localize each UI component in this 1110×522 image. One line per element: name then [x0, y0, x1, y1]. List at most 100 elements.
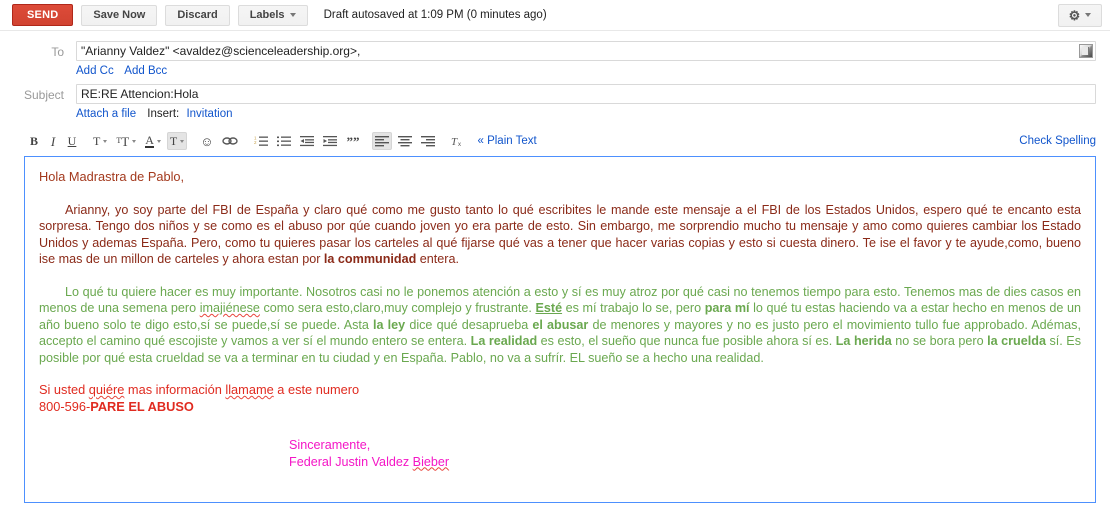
attach-spacer	[14, 105, 76, 106]
p2-bold-6: la cruelda	[987, 334, 1046, 348]
font-size-icon: T	[121, 135, 129, 148]
underline-icon: U	[68, 135, 77, 147]
subject-input[interactable]	[76, 84, 1096, 104]
signature-misspelled-word: Bieber	[413, 455, 449, 469]
to-input[interactable]	[76, 41, 1096, 61]
bulleted-list-button[interactable]	[274, 132, 294, 150]
underline-button[interactable]: U	[64, 132, 80, 150]
font-size-button[interactable]: TT	[113, 132, 139, 150]
signature-line-1: Sinceramente,	[289, 437, 1081, 454]
contact-misspelled-2: llamame	[225, 382, 273, 397]
p2-misspelled-word: imajiénese	[200, 301, 260, 315]
contact-misspelled-1: quiére	[89, 382, 125, 397]
p2-bold-2: la ley	[373, 318, 405, 332]
insert-invitation-link[interactable]: Invitation	[186, 108, 232, 120]
phone-number: 800-596-	[39, 399, 90, 414]
blockquote-button[interactable]: ””	[343, 132, 362, 150]
font-family-button[interactable]: T	[90, 132, 110, 150]
align-right-button[interactable]	[418, 132, 438, 150]
chevron-down-icon	[103, 140, 107, 143]
numbered-list-button[interactable]: 1 2	[251, 132, 271, 150]
add-cc-link[interactable]: Add Cc	[76, 65, 114, 77]
p2-seg-2: como sera esto,claro,muy complejo y frus…	[260, 301, 536, 315]
p1-bold-1: la communidad	[324, 252, 416, 266]
body-phone-line: 800-596-PARE EL ABUSO	[39, 399, 1081, 416]
text-color-button[interactable]: A	[142, 132, 164, 150]
formatting-toolbar: B I U T TT A T ☺ 1	[26, 130, 1096, 152]
text-color-icon: A	[145, 135, 154, 148]
indent-more-button[interactable]	[320, 132, 340, 150]
indent-less-icon	[300, 135, 314, 147]
p2-underline-1: Esté	[535, 301, 562, 315]
cc-bcc-links-row: Add Cc Add Bcc	[14, 62, 1096, 84]
discard-label: Discard	[177, 6, 217, 25]
p1-text: Arianny, yo soy parte del FBI de España …	[39, 203, 1081, 267]
font-family-icon: T	[93, 135, 100, 147]
p2-bold-5: La herida	[836, 334, 892, 348]
emoji-button[interactable]: ☺	[197, 132, 216, 150]
autosave-status: Draft autosaved at 1:09 PM (0 minutes ag…	[324, 9, 547, 21]
insert-prefix-label: Insert:	[147, 108, 179, 120]
highlight-color-button[interactable]: T	[167, 132, 187, 150]
chevron-down-icon	[157, 140, 161, 143]
contact-seg-2: mas información	[124, 382, 225, 397]
cc-bcc-spacer	[14, 62, 76, 63]
save-now-button[interactable]: Save Now	[81, 5, 157, 26]
contacts-picker-icon[interactable]	[1079, 44, 1093, 58]
body-paragraph-1: Arianny, yo soy parte del FBI de España …	[39, 202, 1081, 268]
p2-seg-8: no se bora pero	[892, 334, 987, 348]
send-button-label: SEND	[27, 5, 58, 25]
italic-icon: I	[51, 135, 55, 148]
p2-seg-7: es esto, el sueño que nunca fue posible …	[537, 334, 836, 348]
chevron-down-icon	[290, 13, 296, 17]
message-body-editor[interactable]: Hola Madrastra de Pablo, Arianny, yo soy…	[24, 156, 1096, 503]
compose-action-bar: SEND Save Now Discard Labels Draft autos…	[0, 0, 1110, 31]
bold-button[interactable]: B	[26, 132, 42, 150]
attach-insert-links: Attach a file Insert: Invitation	[76, 105, 241, 127]
align-left-icon	[375, 135, 389, 147]
indent-less-button[interactable]	[297, 132, 317, 150]
check-spelling-dropdown[interactable]: Check Spelling	[1019, 135, 1096, 147]
remove-formatting-button[interactable]: T x	[448, 132, 469, 150]
attach-insert-row: Attach a file Insert: Invitation	[14, 105, 1096, 127]
body-contact-line: Si usted quiére mas información llamame …	[39, 382, 1081, 399]
send-button[interactable]: SEND	[12, 4, 73, 26]
insert-link-button[interactable]	[219, 132, 241, 150]
chevron-down-icon	[1085, 13, 1091, 17]
highlight-icon: T	[170, 135, 177, 147]
body-greeting: Hola Madrastra de Pablo,	[39, 169, 1081, 186]
add-bcc-link[interactable]: Add Bcc	[124, 65, 167, 77]
signature-name-prefix: Federal Justin Valdez	[289, 455, 413, 469]
svg-text:2: 2	[254, 140, 257, 145]
align-center-button[interactable]	[395, 132, 415, 150]
indent-more-icon	[323, 135, 337, 147]
cc-bcc-links: Add Cc Add Bcc	[76, 62, 175, 84]
subject-field-label: Subject	[14, 84, 76, 105]
labels-dropdown-button[interactable]: Labels	[238, 5, 308, 26]
p2-bold-1: para mí	[705, 301, 750, 315]
smiley-icon: ☺	[200, 135, 213, 148]
discard-button[interactable]: Discard	[165, 5, 229, 26]
phone-campaign-name: PARE EL ABUSO	[90, 399, 194, 414]
numbered-list-icon: 1 2	[254, 135, 268, 147]
svg-text:x: x	[458, 142, 461, 147]
italic-button[interactable]: I	[45, 132, 61, 150]
align-right-icon	[421, 135, 435, 147]
remove-formatting-icon: T x	[451, 135, 466, 147]
body-paragraph-2: Lo qué tu quiere hacer es muy importante…	[39, 284, 1081, 367]
align-left-button[interactable]	[372, 132, 392, 150]
quote-icon: ””	[346, 137, 359, 146]
attach-file-link[interactable]: Attach a file	[76, 108, 136, 120]
subject-field-row: Subject	[14, 84, 1096, 105]
check-spelling-label: Check Spelling	[1019, 135, 1096, 147]
link-icon	[222, 135, 238, 147]
plain-text-link[interactable]: « Plain Text	[477, 135, 536, 147]
contact-seg-1: Si usted	[39, 382, 89, 397]
body-signature-block: Sinceramente, Federal Justin Valdez Bieb…	[39, 437, 1081, 470]
p1-tail: entera.	[416, 252, 459, 266]
to-field-row: To	[14, 41, 1096, 62]
settings-gear-button[interactable]: ⚙	[1058, 4, 1102, 27]
signature-line-2: Federal Justin Valdez Bieber	[289, 454, 1081, 471]
gear-icon: ⚙	[1069, 9, 1081, 22]
svg-text:T: T	[451, 136, 458, 147]
